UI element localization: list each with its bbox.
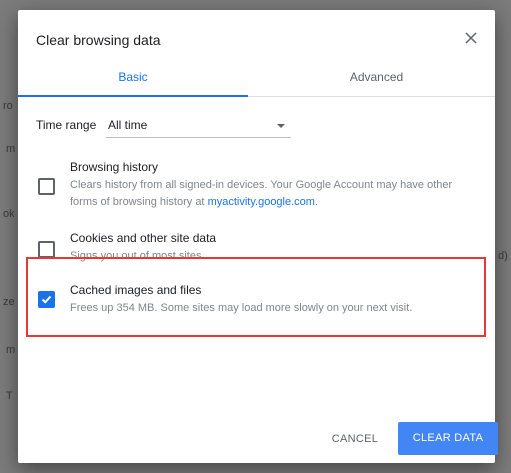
option-title: Browsing history — [70, 160, 159, 174]
close-icon-glyph — [465, 32, 477, 44]
background-text: m — [6, 344, 16, 356]
chevron-down-icon — [277, 124, 285, 128]
background-text: ro — [3, 100, 13, 112]
tab-basic[interactable]: Basic — [18, 62, 248, 97]
option-description-suffix: . — [314, 196, 319, 208]
clear-data-button[interactable]: CLEAR DATA — [398, 422, 498, 455]
option-title: Cookies and other site data — [70, 231, 217, 245]
time-range-select[interactable]: All time — [106, 113, 291, 138]
time-range-label: Time range — [36, 118, 97, 132]
tab-basic-label: Basic — [118, 70, 148, 84]
background-text: d) — [498, 250, 508, 262]
time-range-value: All time — [108, 118, 148, 132]
clear-browsing-data-dialog: Clear browsing data Basic Advanced Time … — [18, 10, 498, 463]
option-description: Clears history from all signed-in device… — [70, 177, 475, 211]
tab-selected-indicator — [18, 95, 248, 97]
tab-advanced-label: Advanced — [349, 70, 404, 84]
tab-bar: Basic Advanced — [18, 62, 495, 97]
highlight-annotation-box — [26, 257, 486, 337]
close-icon[interactable] — [461, 28, 481, 48]
background-text: m — [6, 143, 16, 155]
background-text: ok — [3, 208, 15, 220]
myactivity-link[interactable]: myactivity.google.com — [208, 196, 315, 208]
cookies-checkbox[interactable] — [38, 241, 55, 258]
dialog-title: Clear browsing data — [36, 32, 161, 48]
cancel-button[interactable]: CANCEL — [322, 423, 388, 455]
background-text: T — [6, 390, 13, 402]
tab-advanced[interactable]: Advanced — [258, 62, 495, 96]
browsing-history-checkbox[interactable] — [38, 178, 55, 195]
background-text: ze — [3, 296, 15, 308]
